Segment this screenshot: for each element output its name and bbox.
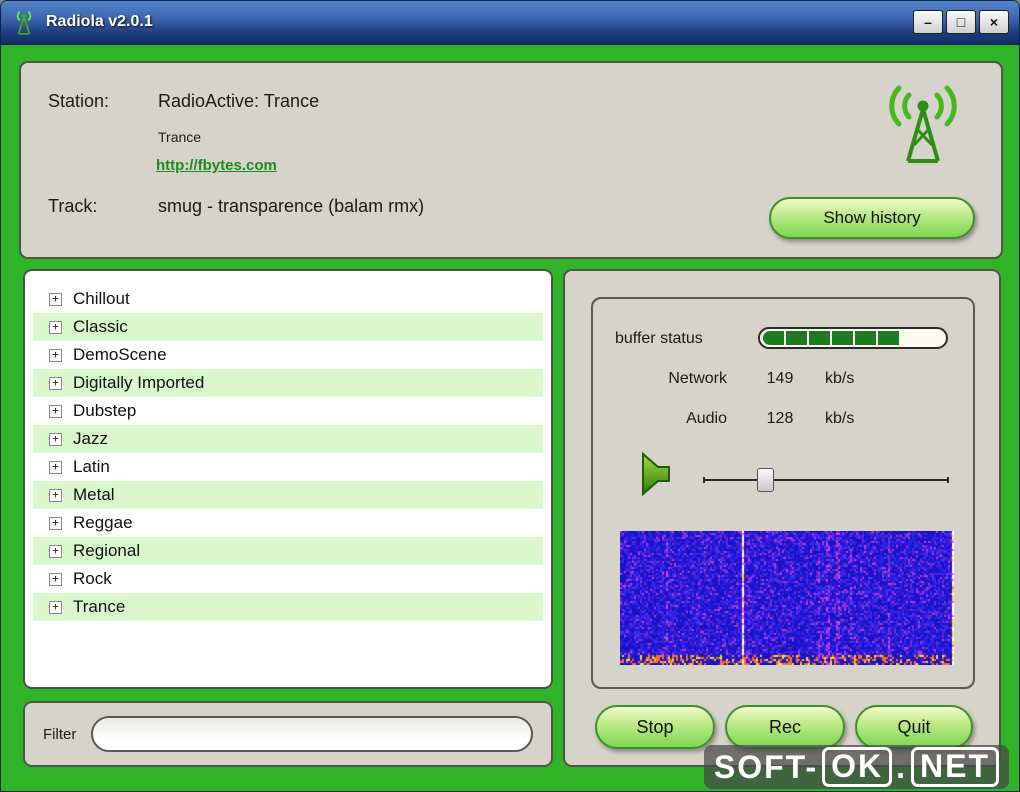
tree-row-label: Metal <box>73 485 115 504</box>
tree-row[interactable]: Digitally Imported <box>33 369 543 397</box>
rec-button[interactable]: Rec <box>725 705 845 749</box>
watermark-prefix: SOFT- <box>713 748 819 785</box>
expand-icon[interactable] <box>49 488 62 502</box>
window-controls: – □ × <box>913 10 1009 34</box>
titlebar: Radiola v2.0.1 – □ × <box>1 1 1019 45</box>
buffer-segment <box>763 331 784 345</box>
tree-row-label: Trance <box>73 597 126 616</box>
tree-row[interactable]: Rock <box>33 565 543 593</box>
station-genre: Trance <box>158 129 202 145</box>
network-value: 149 <box>766 370 794 387</box>
buffer-segment <box>809 331 830 345</box>
status-panel: buffer status Network 149 kb/s Audio 128… <box>563 269 1001 767</box>
minimize-button[interactable]: – <box>913 10 943 34</box>
quit-button[interactable]: Quit <box>855 705 973 749</box>
expand-icon[interactable] <box>49 572 62 586</box>
tree-row[interactable]: Regional <box>33 537 543 565</box>
watermark-net: NET <box>911 747 999 787</box>
network-unit: kb/s <box>825 370 855 387</box>
spectrogram <box>620 531 954 665</box>
window-title: Radiola v2.0.1 <box>46 13 153 30</box>
buffer-progress-bar <box>758 327 948 349</box>
tree-row-label: Jazz <box>73 429 108 448</box>
buffer-segment <box>832 331 853 345</box>
audio-label: Audio <box>686 410 727 427</box>
tree-row[interactable]: Dubstep <box>33 397 543 425</box>
buffer-status-label: buffer status <box>615 330 703 347</box>
expand-icon[interactable] <box>49 432 62 446</box>
tree-row-label: Dubstep <box>73 401 137 420</box>
expand-icon[interactable] <box>49 320 62 334</box>
expand-icon[interactable] <box>49 292 62 306</box>
stop-button[interactable]: Stop <box>595 705 715 749</box>
volume-slider-thumb[interactable] <box>756 468 774 492</box>
watermark-ok: OK <box>822 747 893 787</box>
network-label: Network <box>668 370 727 387</box>
audio-value: 128 <box>766 410 794 427</box>
buffer-segment <box>786 331 807 345</box>
expand-icon[interactable] <box>49 516 62 530</box>
station-panel: Station: RadioActive: Trance Trance http… <box>19 61 1003 259</box>
buffer-segment <box>855 331 876 345</box>
station-url-link[interactable]: http://fbytes.com <box>156 157 277 174</box>
filter-panel: Filter <box>23 701 553 767</box>
tree-row-label: Regional <box>73 541 141 560</box>
audio-unit: kb/s <box>825 410 855 427</box>
tree-row[interactable]: Metal <box>33 481 543 509</box>
expand-icon[interactable] <box>49 376 62 390</box>
tree-row-label: Latin <box>73 457 110 476</box>
genre-tree: Chillout Classic DemoScene Digitally Imp… <box>23 269 553 689</box>
tree-row-label: Classic <box>73 317 128 336</box>
tree-row[interactable]: Chillout <box>33 285 543 313</box>
status-box: buffer status Network 149 kb/s Audio 128… <box>591 297 975 689</box>
app-icon <box>16 11 32 35</box>
tree-row-label: Rock <box>73 569 112 588</box>
track-label: Track: <box>48 196 98 216</box>
tree-row[interactable]: DemoScene <box>33 341 543 369</box>
volume-slider-track <box>703 477 949 483</box>
track-value: smug - transparence (balam rmx) <box>158 196 425 216</box>
filter-input[interactable] <box>91 716 533 752</box>
station-value: RadioActive: Trance <box>158 91 320 111</box>
speaker-icon[interactable] <box>627 449 673 499</box>
tree-row[interactable]: Jazz <box>33 425 543 453</box>
maximize-button[interactable]: □ <box>946 10 976 34</box>
volume-slider[interactable] <box>703 467 949 493</box>
expand-icon[interactable] <box>49 460 62 474</box>
tree-row-label: DemoScene <box>73 345 167 364</box>
show-history-button[interactable]: Show history <box>769 197 975 239</box>
watermark-dot: . <box>896 748 907 785</box>
tree-row-label: Chillout <box>73 289 130 308</box>
expand-icon[interactable] <box>49 404 62 418</box>
filter-label: Filter <box>43 725 77 743</box>
tree-row-label: Reggae <box>73 513 133 532</box>
antenna-icon <box>889 85 957 163</box>
close-button[interactable]: × <box>979 10 1009 34</box>
expand-icon[interactable] <box>49 600 62 614</box>
app-window: Radiola v2.0.1 – □ × Station: RadioActiv… <box>0 0 1020 792</box>
tree-row[interactable]: Reggae <box>33 509 543 537</box>
buffer-segment <box>878 331 899 345</box>
expand-icon[interactable] <box>49 348 62 362</box>
station-label: Station: <box>48 91 110 111</box>
tree-row-label: Digitally Imported <box>73 373 205 392</box>
watermark: SOFT- OK. NET <box>703 745 1009 789</box>
tree-row[interactable]: Trance <box>33 593 543 621</box>
expand-icon[interactable] <box>49 544 62 558</box>
tree-row[interactable]: Classic <box>33 313 543 341</box>
tree-row[interactable]: Latin <box>33 453 543 481</box>
